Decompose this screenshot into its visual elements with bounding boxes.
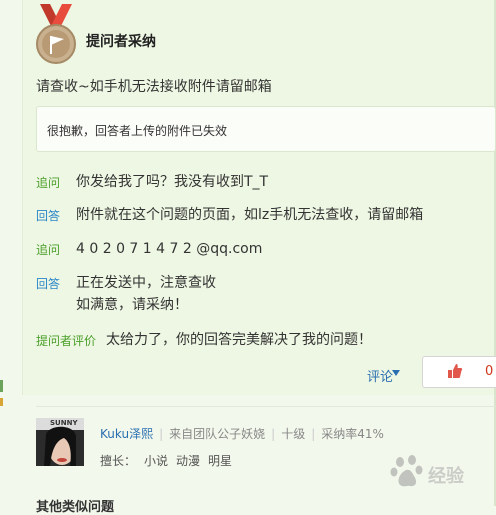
baidu-watermark: 经验	[388, 452, 496, 496]
specialty-tag[interactable]: 明星	[208, 454, 232, 468]
medal-icon	[36, 4, 76, 64]
answerer-name[interactable]: Kuku泽熙	[100, 427, 153, 441]
thumbs-up-icon	[448, 364, 463, 378]
specialty-tag[interactable]: 动漫	[176, 454, 200, 468]
divider	[36, 406, 496, 407]
specialty-tag[interactable]: 小说	[144, 454, 168, 468]
chevron-down-icon[interactable]	[392, 370, 400, 376]
thread-tag-answer: 回答	[36, 277, 61, 291]
thread-content-line-2: 如满意，请采纳！	[76, 297, 188, 313]
thread-tag-followup: 追问	[36, 176, 61, 190]
notice-text: 很抱歉，回答者上传的附件已失效	[47, 124, 228, 138]
answerer-level: 十级	[281, 427, 306, 441]
specialty-label: 擅长：	[100, 454, 137, 468]
avatar-text: SUNNY	[50, 419, 78, 427]
answerer-team[interactable]: 来自团队公子妖娆	[169, 427, 265, 441]
answerer-specialties: 擅长： 小说 动漫 明星	[100, 452, 232, 469]
thread-content: 4 0 2 0 7 1 4 7 2 @qq.com	[76, 241, 263, 257]
avatar[interactable]: SUNNY	[36, 418, 84, 466]
thread-tag-answer: 回答	[36, 209, 61, 223]
page-title: 提问者采纳	[86, 34, 156, 50]
answerer-info: Kuku泽熙 | 来自团队公子妖娆 | 十级 | 采纳率41%	[100, 427, 384, 441]
thread-content: 你发给我了吗？我没有收到T_T	[76, 174, 269, 190]
side-marker	[0, 380, 3, 392]
thread-content-line-1: 正在发送中，注意查收	[76, 275, 216, 291]
thread-content: 太给力了，你的回答完美解决了我的问题！	[106, 332, 372, 348]
attachment-notice: 很抱歉，回答者上传的附件已失效	[36, 106, 496, 152]
thread-tag-rating: 提问者评价	[36, 334, 97, 348]
side-marker-2	[0, 398, 3, 406]
thread-content: 附件就在这个问题的页面，如lz手机无法查收，请留邮箱	[76, 207, 424, 223]
thread-tag-followup: 追问	[36, 243, 61, 257]
question-text: 请查收~如手机无法接收附件请留邮箱	[36, 79, 272, 95]
watermark-text: 经验	[428, 466, 464, 487]
paw-logo-icon	[390, 455, 423, 487]
answerer-accept-rate: 采纳率41%	[321, 427, 384, 441]
like-button[interactable]: 0	[422, 356, 496, 388]
comment-link[interactable]: 评论	[367, 366, 393, 385]
like-count: 0	[485, 364, 494, 379]
